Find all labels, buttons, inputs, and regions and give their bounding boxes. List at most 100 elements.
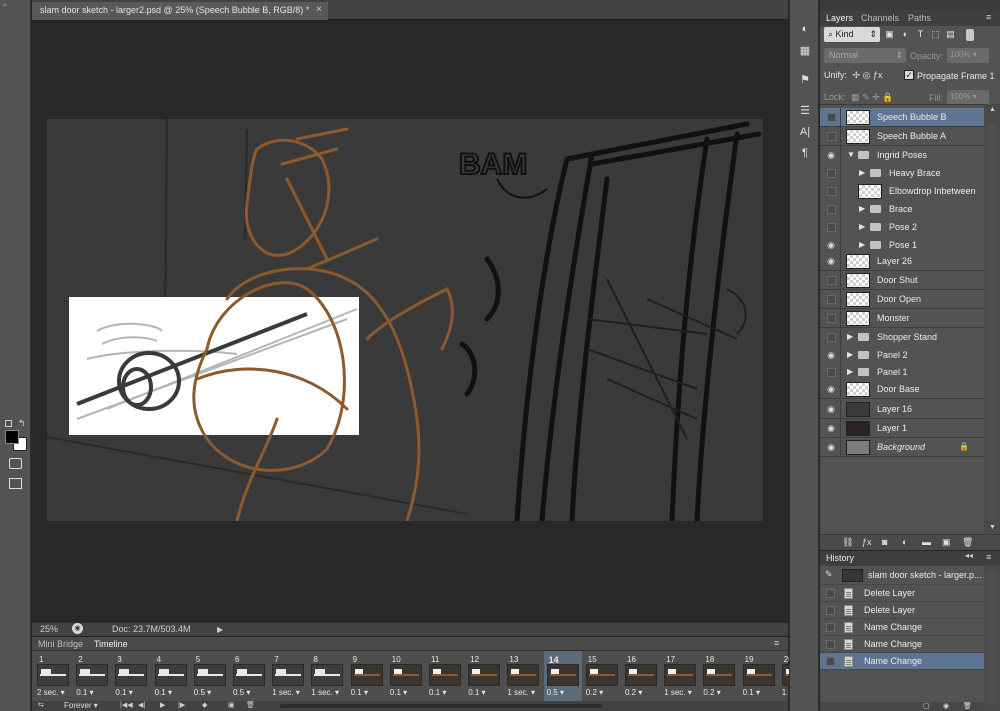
tab-mini-bridge[interactable]: Mini Bridge: [38, 639, 83, 649]
eye-icon[interactable]: ◉: [825, 150, 837, 160]
timeline-frame[interactable]: 1 2 sec. ▾: [34, 651, 72, 701]
layer-row[interactable]: Elbowdrop Inbetween: [820, 182, 984, 201]
history-source-toggle[interactable]: [826, 589, 835, 598]
tab-history[interactable]: History: [826, 553, 854, 563]
frame-delay[interactable]: 0.5 ▾: [233, 688, 250, 697]
eye-icon[interactable]: ◉: [825, 442, 837, 452]
visibility-toggle[interactable]: [827, 223, 836, 232]
timeline-frame[interactable]: 15 0.2 ▾: [583, 651, 621, 701]
color-wheel-icon[interactable]: ◐: [798, 22, 812, 36]
layer-filter-select[interactable]: ⌕ Kind ⇕: [824, 27, 880, 42]
chevron-down-icon[interactable]: ▼: [847, 150, 855, 159]
layer-row[interactable]: ▶ Brace: [820, 200, 984, 219]
unify-position-icon[interactable]: ✢: [853, 70, 861, 80]
layer-row[interactable]: Door Shut: [820, 271, 984, 290]
visibility-toggle[interactable]: [827, 169, 836, 178]
info-icon[interactable]: ◉: [72, 623, 83, 634]
eye-icon[interactable]: ◉: [825, 240, 837, 250]
lock-all-icon[interactable]: 🔒: [882, 92, 893, 102]
eye-icon[interactable]: ◉: [825, 350, 837, 360]
status-menu-icon[interactable]: ▶: [217, 625, 223, 634]
frame-delay[interactable]: 0.1 ▾: [76, 688, 93, 697]
frame-delay[interactable]: 1 sec. ▾: [311, 688, 339, 697]
play-icon[interactable]: ▶: [160, 701, 165, 709]
opacity-field[interactable]: 100% ▾: [947, 48, 989, 63]
tab-paths[interactable]: Paths: [908, 13, 931, 23]
timeline-frame[interactable]: 19 0.1 ▾: [740, 651, 778, 701]
visibility-toggle[interactable]: [827, 333, 836, 342]
chevron-right-icon[interactable]: ▶: [859, 168, 865, 177]
timeline-frame[interactable]: 4 0.1 ▾: [152, 651, 190, 701]
timeline-frame[interactable]: 12 0.1 ▾: [465, 651, 503, 701]
visibility-toggle[interactable]: [827, 295, 836, 304]
visibility-toggle[interactable]: [827, 276, 836, 285]
layer-row[interactable]: ◉ ▼ Ingrid Poses: [820, 146, 984, 165]
chevron-right-icon[interactable]: ▶: [859, 222, 865, 231]
timeline-frame[interactable]: 9 0.1 ▾: [348, 651, 386, 701]
panel-menu-icon[interactable]: ≡: [986, 12, 991, 22]
layer-row[interactable]: Speech Bubble B: [820, 108, 984, 127]
link-layers-icon[interactable]: ⛓: [842, 537, 853, 548]
chevron-right-icon[interactable]: ▶: [847, 332, 853, 341]
frame-delay[interactable]: 0.5 ▾: [547, 688, 564, 697]
blend-mode-select[interactable]: Normal ⇕: [824, 48, 906, 63]
panel-menu-icon[interactable]: ≡: [986, 552, 991, 562]
panel-menu-icon[interactable]: ≡: [774, 638, 779, 648]
chevron-right-icon[interactable]: ▶: [847, 350, 853, 359]
visibility-toggle[interactable]: [827, 187, 836, 196]
tween-icon[interactable]: ◆: [202, 701, 207, 709]
layer-mask-icon[interactable]: ◙: [882, 537, 887, 547]
visibility-toggle[interactable]: [827, 205, 836, 214]
history-source-toggle[interactable]: [826, 640, 835, 649]
history-source-toggle[interactable]: [826, 606, 835, 615]
layer-row[interactable]: ◉ Background 🔒: [820, 438, 984, 457]
frame-delay[interactable]: 0.1 ▾: [390, 688, 407, 697]
history-brush-source-icon[interactable]: ✎: [825, 569, 833, 580]
frame-delay[interactable]: 0.1 ▾: [115, 688, 132, 697]
layer-row[interactable]: ◉ Layer 26: [820, 252, 984, 271]
adjustment-filter-icon[interactable]: ◐: [900, 29, 911, 40]
default-colors-icon[interactable]: [5, 420, 12, 427]
next-frame-icon[interactable]: |▶: [178, 701, 185, 709]
delete-layer-icon[interactable]: 🗑: [962, 537, 973, 548]
unify-style-icon[interactable]: ƒx: [873, 70, 883, 80]
timeline-frame[interactable]: 6 0.5 ▾: [230, 651, 268, 701]
frame-delay[interactable]: 1 sec. ▾: [272, 688, 300, 697]
canvas[interactable]: BAM: [47, 119, 763, 521]
document-tab[interactable]: slam door sketch - larger2.psd @ 25% (Sp…: [32, 2, 328, 20]
unify-visibility-icon[interactable]: ◎: [863, 70, 871, 80]
timeline-frame[interactable]: 14 0.5 ▾: [543, 651, 582, 701]
scroll-track[interactable]: [987, 570, 997, 704]
timeline-frame[interactable]: 13 1 sec. ▾: [504, 651, 542, 701]
new-snapshot-icon[interactable]: ◉: [943, 702, 949, 710]
eye-icon[interactable]: ◉: [825, 404, 837, 414]
delete-frame-icon[interactable]: 🗑: [246, 701, 255, 709]
visibility-toggle[interactable]: [827, 132, 836, 141]
convert-icon[interactable]: ⇆: [38, 701, 44, 709]
tab-timeline[interactable]: Timeline: [94, 639, 128, 649]
adjustment-layer-icon[interactable]: ◐: [902, 537, 907, 547]
lock-transparent-icon[interactable]: ▦: [851, 92, 860, 102]
new-document-from-state-icon[interactable]: ▢: [923, 702, 930, 710]
propagate-checkbox[interactable]: ✓: [904, 70, 914, 80]
frame-delay[interactable]: 0.1 ▾: [429, 688, 446, 697]
visibility-toggle[interactable]: [827, 314, 836, 323]
new-group-icon[interactable]: ▬: [922, 537, 931, 547]
close-icon[interactable]: ×: [316, 4, 322, 15]
shape-filter-icon[interactable]: ⬚: [930, 29, 941, 40]
chevron-right-icon[interactable]: ▶: [847, 367, 853, 376]
filter-toggle-icon[interactable]: [966, 29, 974, 41]
screen-mode-icon[interactable]: [9, 478, 22, 489]
actions-icon[interactable]: ⚑: [798, 73, 812, 87]
visibility-toggle[interactable]: [827, 368, 836, 377]
zoom-level[interactable]: 25%: [40, 624, 58, 634]
layer-row[interactable]: Speech Bubble A: [820, 127, 984, 146]
frame-delay[interactable]: 0.1 ▾: [351, 688, 368, 697]
smart-object-filter-icon[interactable]: ▤: [945, 29, 956, 40]
history-scrollbar[interactable]: [984, 566, 1000, 711]
visibility-toggle[interactable]: [827, 113, 836, 122]
pixel-filter-icon[interactable]: ▣: [884, 29, 895, 40]
eye-icon[interactable]: ◉: [825, 423, 837, 433]
layer-row[interactable]: ◉ Layer 1: [820, 419, 984, 438]
layer-row[interactable]: Door Open: [820, 290, 984, 309]
